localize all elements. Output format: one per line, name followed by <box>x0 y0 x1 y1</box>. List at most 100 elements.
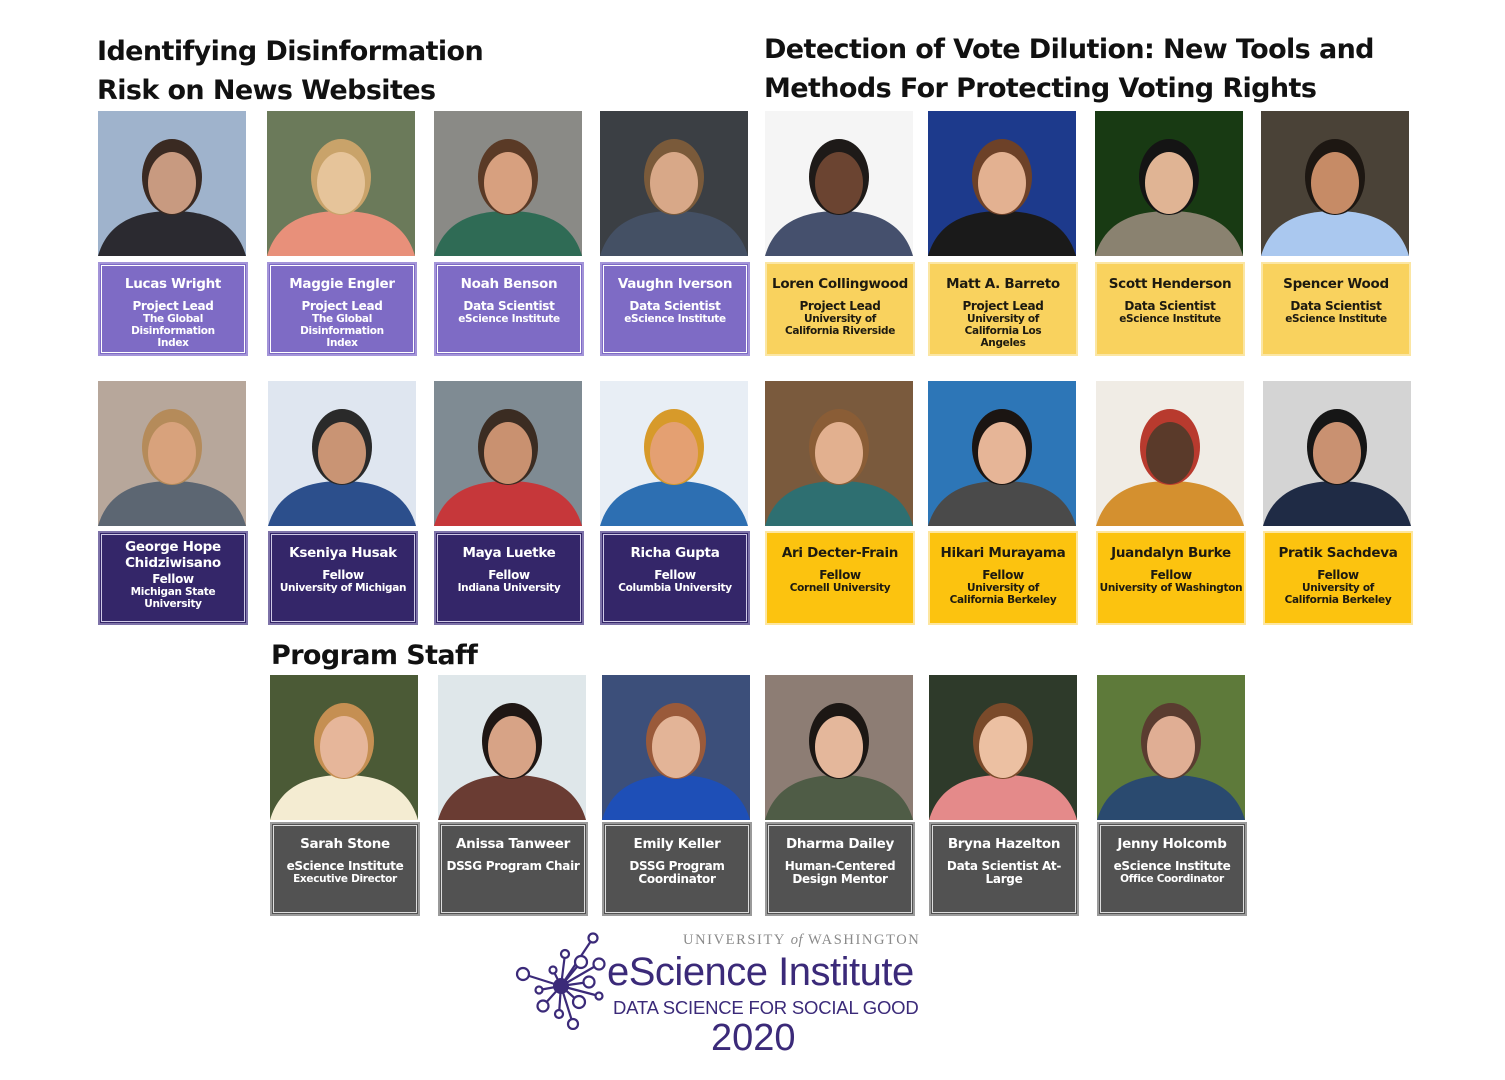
person-photo <box>98 111 246 256</box>
person-role: Data Scientist <box>463 299 555 313</box>
person-role: Fellow <box>1150 568 1192 582</box>
person-label: Anissa Tanweer DSSG Program Chair <box>438 822 588 916</box>
person-affiliation: The Global Disinformation Index <box>131 313 215 349</box>
person-role: Data Scientist <box>1124 299 1216 313</box>
person-name: Kseniya Husak <box>289 545 397 561</box>
person-name: Loren Collingwood <box>772 276 908 292</box>
person-label: Ari Decter-Frain Fellow Cornell University <box>765 531 915 625</box>
person-role: Project Lead <box>962 299 1044 313</box>
person-photo <box>98 381 246 526</box>
person-label: George Hope Chidziwisano Fellow Michigan S… <box>98 531 248 625</box>
person-label: Loren Collingwood Project Lead University … <box>765 262 915 356</box>
person-affiliation: University of California Berkeley <box>1284 582 1392 606</box>
university-name: UNIVERSITY of WASHINGTON <box>683 932 921 948</box>
person-affiliation: Executive Director <box>293 873 397 885</box>
person-name: Pratik Sachdeva <box>1278 545 1398 561</box>
person-name: Sarah Stone <box>300 836 390 852</box>
person-label: Sarah Stone eScience Institute Executive D… <box>270 822 420 916</box>
person-label: Maya Luetke Fellow Indiana University <box>434 531 584 625</box>
person-label: Juandalyn Burke Fellow University of Washi… <box>1096 531 1246 625</box>
person-label: Emily Keller DSSG Program Coordinator <box>602 822 752 916</box>
person-affiliation: The Global Disinformation Index <box>300 313 384 349</box>
person-role: Fellow <box>152 572 194 586</box>
person-photo <box>268 381 416 526</box>
person-photo <box>929 675 1077 820</box>
person-name: Jenny Holcomb <box>1117 836 1227 852</box>
person-photo <box>1095 111 1243 256</box>
person-role: Project Lead <box>301 299 383 313</box>
person-role: Project Lead <box>132 299 214 313</box>
person-name: Vaughn Iverson <box>617 276 733 292</box>
escience-logo: UNIVERSITY of WASHINGTON eScience Instit… <box>513 928 919 1068</box>
person-photo <box>438 675 586 820</box>
person-affiliation: University of California Berkeley <box>949 582 1057 606</box>
person-affiliation: University of California Riverside <box>784 313 896 337</box>
person-name: Ari Decter-Frain <box>781 545 899 561</box>
person-name: Spencer Wood <box>1283 276 1389 292</box>
program-name: DATA SCIENCE FOR SOCIAL GOOD <box>613 997 919 1018</box>
person-affiliation: University of California Los Angeles <box>964 313 1042 349</box>
person-role: Fellow <box>982 568 1024 582</box>
person-name: Maggie Engler <box>289 276 395 292</box>
person-role: Project Lead <box>799 299 881 313</box>
person-name: Scott Henderson <box>1108 276 1232 292</box>
person-photo <box>928 111 1076 256</box>
person-photo <box>765 111 913 256</box>
person-label: Hikari Murayama Fellow University of Calif… <box>928 531 1078 625</box>
person-name: Emily Keller <box>633 836 721 852</box>
person-photo <box>270 675 418 820</box>
person-role: Fellow <box>322 568 364 582</box>
person-photo <box>1096 381 1244 526</box>
person-role: eScience Institute <box>1113 859 1231 873</box>
person-photo <box>765 381 913 526</box>
person-name: Maya Luetke <box>462 545 556 561</box>
person-role: Data Scientist <box>629 299 721 313</box>
person-role: DSSG Program Chair <box>446 859 580 873</box>
person-name: Anissa Tanweer <box>456 836 570 852</box>
person-label: Scott Henderson Data Scientist eScience In… <box>1095 262 1245 356</box>
person-name: Dharma Dailey <box>785 836 895 852</box>
person-label: Jenny Holcomb eScience Institute Office Co… <box>1097 822 1247 916</box>
person-label: Kseniya Husak Fellow University of Michiga… <box>268 531 418 625</box>
person-affiliation: Columbia University <box>618 582 732 594</box>
person-label: Pratik Sachdeva Fellow University of Calif… <box>1263 531 1413 625</box>
person-photo <box>1261 111 1409 256</box>
person-affiliation: Office Coordinator <box>1120 873 1224 885</box>
person-role: Human-Centered Design Mentor <box>784 859 896 886</box>
person-affiliation: Michigan State University <box>130 586 216 610</box>
person-label: Bryna Hazelton Data Scientist At-Large <box>929 822 1079 916</box>
person-affiliation: eScience Institute <box>624 313 726 325</box>
person-label: Lucas Wright Project Lead The Global Disin… <box>98 262 248 356</box>
person-label: Richa Gupta Fellow Columbia University <box>600 531 750 625</box>
person-photo <box>600 111 748 256</box>
disinformation-project-title: Identifying Disinformation Risk on News … <box>97 36 484 106</box>
person-label: Noah Benson Data Scientist eScience Instit… <box>434 262 584 356</box>
person-photo <box>928 381 1076 526</box>
person-role: Fellow <box>654 568 696 582</box>
person-name: Juandalyn Burke <box>1111 545 1231 561</box>
person-role: eScience Institute <box>286 859 404 873</box>
person-label: Vaughn Iverson Data Scientist eScience Ins… <box>600 262 750 356</box>
person-photo <box>267 111 415 256</box>
person-name: Richa Gupta <box>630 545 720 561</box>
person-role: Fellow <box>488 568 530 582</box>
person-photo <box>765 675 913 820</box>
person-label: Spencer Wood Data Scientist eScience Insti… <box>1261 262 1411 356</box>
person-photo <box>434 111 582 256</box>
person-role: Fellow <box>819 568 861 582</box>
program-staff-title: Program Staff <box>271 640 478 671</box>
person-name: George Hope Chidziwisano <box>125 539 221 571</box>
person-affiliation: University of Michigan <box>279 582 407 594</box>
person-photo <box>1263 381 1411 526</box>
person-affiliation: eScience Institute <box>1285 313 1387 325</box>
person-role: Data Scientist <box>1290 299 1382 313</box>
person-name: Lucas Wright <box>124 276 222 292</box>
vote-dilution-project-title: Detection of Vote Dilution: New Tools an… <box>764 34 1375 104</box>
person-photo <box>434 381 582 526</box>
person-role: DSSG Program Coordinator <box>629 859 725 886</box>
person-label: Dharma Dailey Human-Centered Design Mento… <box>765 822 915 916</box>
person-role: Fellow <box>1317 568 1359 582</box>
institute-name: eScience Institute <box>607 950 914 994</box>
person-affiliation: Indiana University <box>457 582 561 594</box>
person-name: Matt A. Barreto <box>946 276 1060 292</box>
